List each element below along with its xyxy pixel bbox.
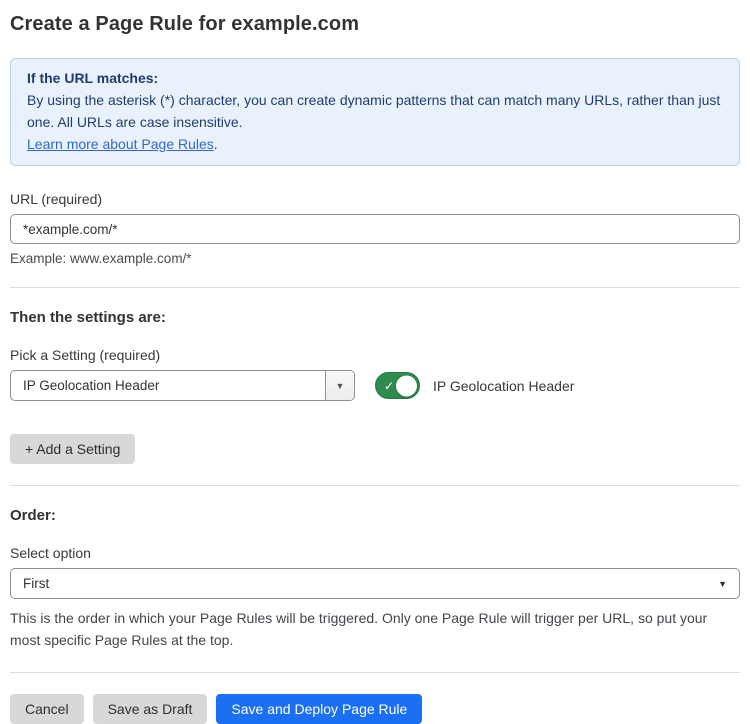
toggle-label: IP Geolocation Header <box>433 378 574 394</box>
setting-row: IP Geolocation Header ▼ ✓ IP Geolocation… <box>10 370 740 401</box>
setting-dropdown[interactable]: IP Geolocation Header ▼ <box>10 370 355 401</box>
info-box-link-row: Learn more about Page Rules. <box>27 133 723 155</box>
page-title: Create a Page Rule for example.com <box>10 13 740 36</box>
info-box-body: By using the asterisk (*) character, you… <box>27 89 723 133</box>
url-section: URL (required) Example: www.example.com/… <box>10 191 740 266</box>
save-and-deploy-button[interactable]: Save and Deploy Page Rule <box>216 694 422 724</box>
divider <box>10 287 740 288</box>
save-as-draft-button[interactable]: Save as Draft <box>93 694 208 724</box>
order-select-value: First <box>23 576 49 591</box>
settings-heading: Then the settings are: <box>10 309 740 326</box>
chevron-down-icon: ▼ <box>336 381 345 391</box>
settings-section: Then the settings are: Pick a Setting (r… <box>10 309 740 464</box>
order-select[interactable]: First ▼ <box>10 568 740 599</box>
url-example-helper: Example: www.example.com/* <box>10 251 740 266</box>
pick-setting-label: Pick a Setting (required) <box>10 347 740 363</box>
create-page-rule-form: Create a Page Rule for example.com If th… <box>0 0 750 724</box>
ip-geolocation-toggle-group: ✓ IP Geolocation Header <box>375 372 574 399</box>
add-setting-button[interactable]: + Add a Setting <box>10 434 135 464</box>
order-helper-text: This is the order in which your Page Rul… <box>10 607 740 651</box>
select-option-label: Select option <box>10 545 740 561</box>
setting-dropdown-value: IP Geolocation Header <box>11 371 325 400</box>
link-suffix: . <box>214 136 218 152</box>
footer-actions: Cancel Save as Draft Save and Deploy Pag… <box>10 694 740 724</box>
order-section: Order: Select option First ▼ This is the… <box>10 507 740 651</box>
check-icon: ✓ <box>384 380 394 392</box>
ip-geolocation-toggle[interactable]: ✓ <box>375 372 420 399</box>
order-heading: Order: <box>10 507 740 524</box>
dropdown-arrow-button[interactable]: ▼ <box>325 371 354 400</box>
url-label: URL (required) <box>10 191 740 207</box>
url-matches-info-box: If the URL matches: By using the asteris… <box>10 58 740 166</box>
url-input[interactable] <box>10 214 740 244</box>
divider <box>10 672 740 673</box>
learn-more-link[interactable]: Learn more about Page Rules <box>27 136 214 152</box>
chevron-down-icon: ▼ <box>718 579 727 589</box>
cancel-button[interactable]: Cancel <box>10 694 84 724</box>
toggle-knob <box>396 375 417 396</box>
divider <box>10 485 740 486</box>
info-box-heading: If the URL matches: <box>27 67 723 89</box>
